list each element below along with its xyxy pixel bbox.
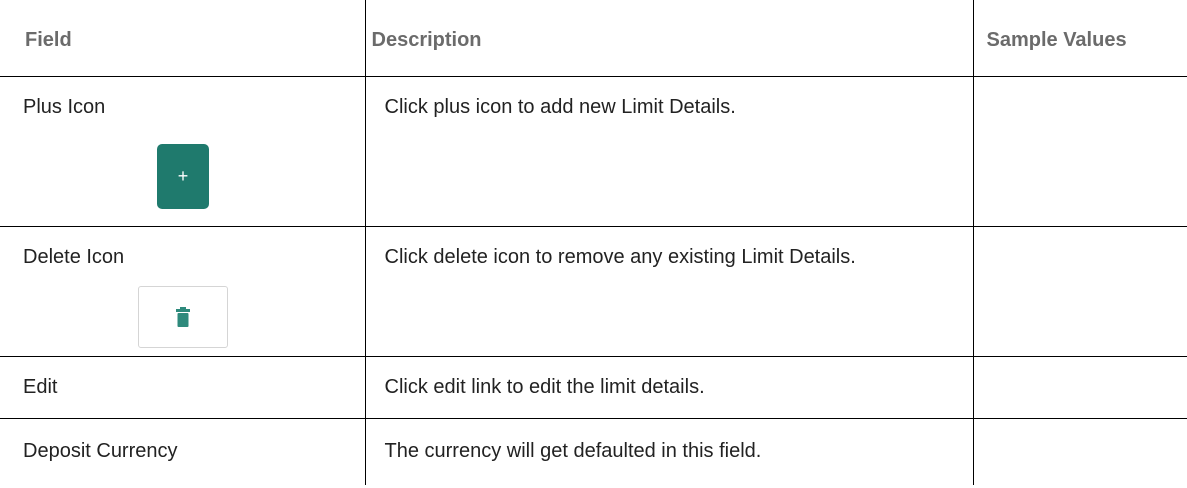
description-cell: The currency will get defaulted in this … bbox=[364, 418, 973, 485]
field-cell: Edit bbox=[0, 356, 365, 419]
header-field: Field bbox=[0, 0, 365, 77]
sample-cell bbox=[972, 356, 1187, 419]
description-cell: Click plus icon to add new Limit Details… bbox=[364, 76, 973, 227]
sample-cell bbox=[972, 418, 1187, 485]
trash-icon bbox=[176, 307, 190, 327]
sample-cell bbox=[972, 76, 1187, 227]
table-row: Deposit Currency The currency will get d… bbox=[0, 418, 1187, 485]
header-description: Description bbox=[364, 0, 973, 77]
delete-button[interactable] bbox=[138, 286, 228, 348]
field-cell: Deposit Currency bbox=[23, 439, 178, 462]
table-row: Edit Click edit link to edit the limit d… bbox=[0, 356, 1187, 419]
description-cell: Click delete icon to remove any existing… bbox=[364, 226, 973, 357]
table-header-row: Field Description Sample Values bbox=[0, 0, 1187, 77]
sample-cell bbox=[972, 226, 1187, 357]
plus-icon: + bbox=[177, 166, 189, 186]
header-sample-values: Sample Values bbox=[972, 0, 1187, 77]
field-description-table: Field Description Sample Values Plus Ico… bbox=[0, 0, 1187, 485]
description-cell: Click edit link to edit the limit detail… bbox=[364, 356, 973, 419]
plus-button[interactable]: + bbox=[157, 144, 209, 209]
